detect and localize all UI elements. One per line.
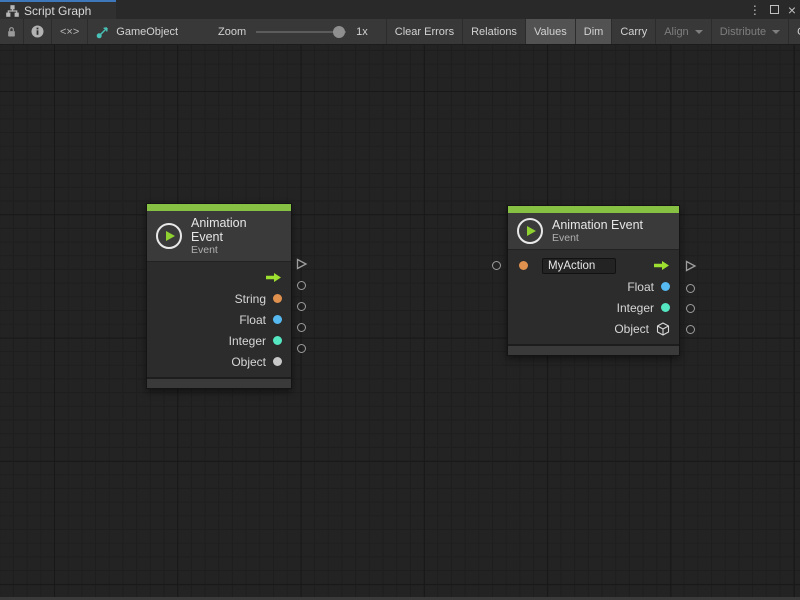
code-view-button[interactable]: <×> <box>52 19 88 44</box>
play-icon <box>517 218 543 244</box>
port-label: Float <box>627 280 654 294</box>
dropdown-arrow-icon <box>695 30 703 34</box>
data-port-icon[interactable] <box>686 284 695 293</box>
info-button[interactable] <box>24 19 52 44</box>
gameobject-icon <box>96 25 110 39</box>
node-footer <box>147 377 291 388</box>
node-footer <box>508 344 679 355</box>
node-accent-bar <box>147 204 291 211</box>
cube-icon <box>656 322 670 336</box>
port-row-float[interactable]: Float <box>508 276 679 297</box>
info-icon <box>31 25 44 38</box>
relations-label: Relations <box>471 26 517 38</box>
node-body: Float Integer Object <box>508 250 679 344</box>
node-title: Animation Event <box>191 216 282 244</box>
clear-errors-button[interactable]: Clear Errors <box>387 19 463 44</box>
port-row-integer[interactable]: Integer <box>508 297 679 318</box>
string-port-dot <box>273 294 282 303</box>
port-row-integer[interactable]: Integer <box>147 330 291 351</box>
clear-errors-label: Clear Errors <box>395 26 454 38</box>
zoom-label: Zoom <box>218 26 246 38</box>
node-titles: Animation Event Event <box>552 218 643 244</box>
node-subtitle: Event <box>191 244 282 256</box>
align-dropdown[interactable]: Align <box>656 19 711 44</box>
data-port-icon[interactable] <box>492 261 501 270</box>
integer-port-dot <box>273 336 282 345</box>
port-label: Integer <box>229 334 266 348</box>
code-icon: <×> <box>60 26 79 38</box>
node-header[interactable]: Animation Event Event <box>508 213 679 250</box>
data-port-icon[interactable] <box>297 281 306 290</box>
node-titles: Animation Event Event <box>191 216 282 256</box>
values-toggle[interactable]: Values <box>526 19 576 44</box>
tab-script-graph[interactable]: Script Graph <box>0 0 116 19</box>
control-port-icon[interactable] <box>296 258 308 270</box>
dim-label: Dim <box>584 26 604 38</box>
control-output-row[interactable] <box>147 267 291 288</box>
zoom-value: 1x <box>356 26 368 38</box>
port-row-object[interactable]: Object <box>147 351 291 372</box>
port-label: Object <box>231 355 266 369</box>
node-body: String Float Integer Object <box>147 262 291 377</box>
animation-event-node-right[interactable]: Animation Event Event Float Intege <box>507 205 680 356</box>
port-row-string[interactable]: String <box>147 288 291 309</box>
carry-toggle[interactable]: Carry <box>612 19 656 44</box>
dropdown-arrow-icon <box>772 30 780 34</box>
dim-toggle[interactable]: Dim <box>576 19 613 44</box>
float-port-dot <box>273 315 282 324</box>
node-title: Animation Event <box>552 218 643 232</box>
data-port-icon[interactable] <box>686 304 695 313</box>
lock-icon <box>7 26 16 38</box>
lock-button[interactable] <box>0 19 24 44</box>
integer-port-dot <box>661 303 670 312</box>
data-port-icon[interactable] <box>297 344 306 353</box>
control-arrow-icon <box>265 272 282 283</box>
node-header[interactable]: Animation Event Event <box>147 211 291 262</box>
distribute-label: Distribute <box>720 26 766 38</box>
node-accent-bar <box>508 206 679 213</box>
name-input-row <box>508 255 679 276</box>
node-subtitle: Event <box>552 232 643 244</box>
port-row-float[interactable]: Float <box>147 309 291 330</box>
port-label: Integer <box>617 301 654 315</box>
float-port-dot <box>661 282 670 291</box>
script-graph-window: Script Graph ⋮ × <×> <box>0 0 800 600</box>
play-icon <box>156 223 182 249</box>
port-label: Float <box>239 313 266 327</box>
graph-canvas[interactable]: Animation Event Event String Float <box>0 45 800 597</box>
zoom-control: Zoom 1x <box>208 19 378 44</box>
maximize-icon[interactable] <box>770 5 779 14</box>
port-row-object[interactable]: Object <box>508 318 679 339</box>
overview-button[interactable]: Overview <box>789 19 800 44</box>
values-label: Values <box>534 26 567 38</box>
graph-icon <box>6 5 19 17</box>
zoom-slider[interactable] <box>256 31 346 33</box>
port-label: Object <box>614 322 649 336</box>
carry-label: Carry <box>620 26 647 38</box>
menu-icon[interactable]: ⋮ <box>749 4 761 16</box>
object-port-dot <box>273 357 282 366</box>
data-port-icon[interactable] <box>297 323 306 332</box>
string-input-port-dot[interactable] <box>519 261 528 270</box>
align-label: Align <box>664 26 688 38</box>
port-label: String <box>235 292 266 306</box>
control-port-icon[interactable] <box>685 260 697 272</box>
event-name-input[interactable] <box>542 258 616 274</box>
gameobject-label: GameObject <box>116 26 178 38</box>
graph-toolbar: <×> GameObject Zoom 1x Clear Errors Rela… <box>0 19 800 45</box>
data-port-icon[interactable] <box>297 302 306 311</box>
close-icon[interactable]: × <box>788 3 796 17</box>
control-arrow-icon <box>653 260 670 271</box>
distribute-dropdown[interactable]: Distribute <box>712 19 789 44</box>
tab-title: Script Graph <box>24 4 91 18</box>
toolbar-button-group: Clear Errors Relations Values Dim Carry … <box>386 19 800 44</box>
zoom-slider-thumb[interactable] <box>333 26 345 38</box>
relations-button[interactable]: Relations <box>463 19 526 44</box>
data-port-icon[interactable] <box>686 325 695 334</box>
window-controls: ⋮ × <box>749 0 796 19</box>
animation-event-node-left[interactable]: Animation Event Event String Float <box>146 203 292 389</box>
gameobject-button[interactable]: GameObject <box>88 19 186 44</box>
tab-bar: Script Graph ⋮ × <box>0 0 800 19</box>
